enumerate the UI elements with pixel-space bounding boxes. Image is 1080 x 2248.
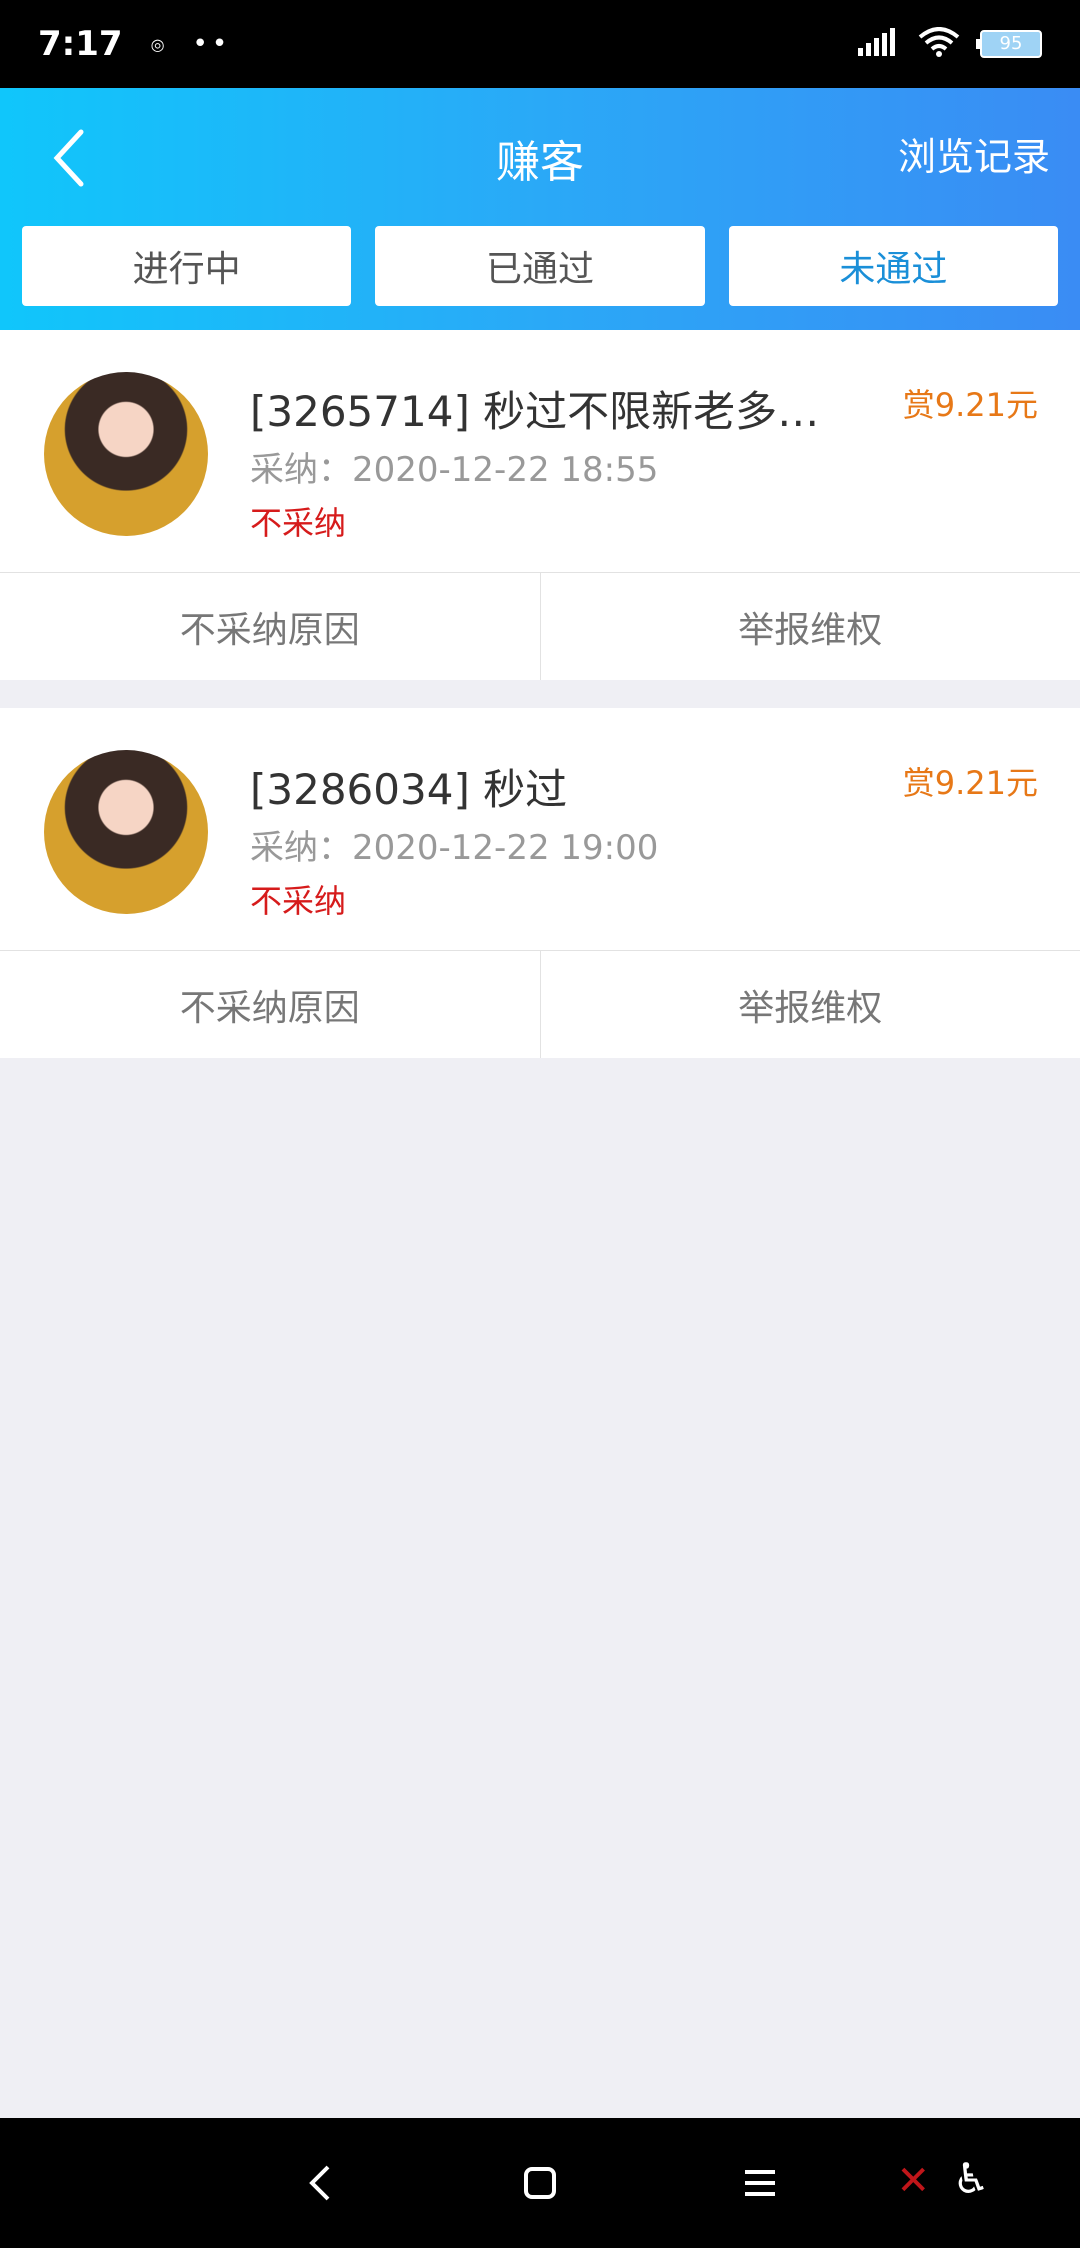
app-header: 赚客 浏览记录 进行中 已通过 未通过 bbox=[0, 88, 1080, 330]
status-badge: 不采纳 bbox=[250, 882, 347, 920]
accessibility-icon[interactable]: ♿ bbox=[952, 2154, 990, 2203]
status-notification-icon: ◎ bbox=[150, 34, 165, 54]
nav-home-icon[interactable] bbox=[510, 2153, 570, 2213]
avatar bbox=[44, 750, 208, 914]
signal-icon bbox=[858, 28, 898, 60]
task-card-body[interactable]: [3286034] 秒过 赏9.21元 采纳：2020-12-22 19:00 … bbox=[0, 708, 1080, 950]
rejection-reason-button[interactable]: 不采纳原因 bbox=[0, 573, 540, 680]
status-badge: 不采纳 bbox=[250, 504, 347, 542]
tab-in-progress[interactable]: 进行中 bbox=[22, 226, 352, 306]
task-actions: 不采纳原因 举报维权 bbox=[0, 950, 1080, 1058]
adopt-time: 采纳：2020-12-22 19:00 bbox=[250, 828, 659, 868]
battery-icon: 95 bbox=[976, 30, 1042, 58]
tab-approved[interactable]: 已通过 bbox=[375, 226, 705, 306]
report-rights-button[interactable]: 举报维权 bbox=[539, 573, 1080, 680]
status-bar: 7:17 ◎ •• 95 bbox=[0, 0, 1080, 88]
report-rights-button[interactable]: 举报维权 bbox=[539, 951, 1080, 1058]
task-title: [3286034] 秒过 bbox=[250, 765, 568, 814]
rejection-reason-button[interactable]: 不采纳原因 bbox=[0, 951, 540, 1058]
task-card: [3265714] 秒过不限新老多号… 赏9.21元 采纳：2020-12-22… bbox=[0, 330, 1080, 680]
nav-menu-icon[interactable] bbox=[730, 2153, 790, 2213]
task-list: [3265714] 秒过不限新老多号… 赏9.21元 采纳：2020-12-22… bbox=[0, 330, 1080, 1086]
nav-back-icon[interactable] bbox=[290, 2153, 350, 2213]
status-tabs: 进行中 已通过 未通过 bbox=[22, 226, 1058, 306]
task-card: [3286034] 秒过 赏9.21元 采纳：2020-12-22 19:00 … bbox=[0, 708, 1080, 1058]
task-actions: 不采纳原因 举报维权 bbox=[0, 572, 1080, 680]
system-nav-bar: ✕ ♿ bbox=[0, 2118, 1080, 2248]
reward-amount: 赏9.21元 bbox=[902, 386, 1038, 424]
adopt-time: 采纳：2020-12-22 18:55 bbox=[250, 450, 659, 490]
reward-amount: 赏9.21元 bbox=[902, 764, 1038, 802]
status-time: 7:17 bbox=[38, 24, 123, 64]
wifi-icon bbox=[918, 27, 960, 61]
task-card-body[interactable]: [3265714] 秒过不限新老多号… 赏9.21元 采纳：2020-12-22… bbox=[0, 330, 1080, 572]
watermark-logo-icon: ✕ bbox=[896, 2158, 930, 2204]
status-dots-icon: •• bbox=[192, 29, 232, 59]
browse-history-link[interactable]: 浏览记录 bbox=[898, 126, 1050, 181]
tab-rejected[interactable]: 未通过 bbox=[728, 226, 1058, 306]
avatar bbox=[44, 372, 208, 536]
task-title: [3265714] 秒过不限新老多号… bbox=[250, 387, 860, 436]
